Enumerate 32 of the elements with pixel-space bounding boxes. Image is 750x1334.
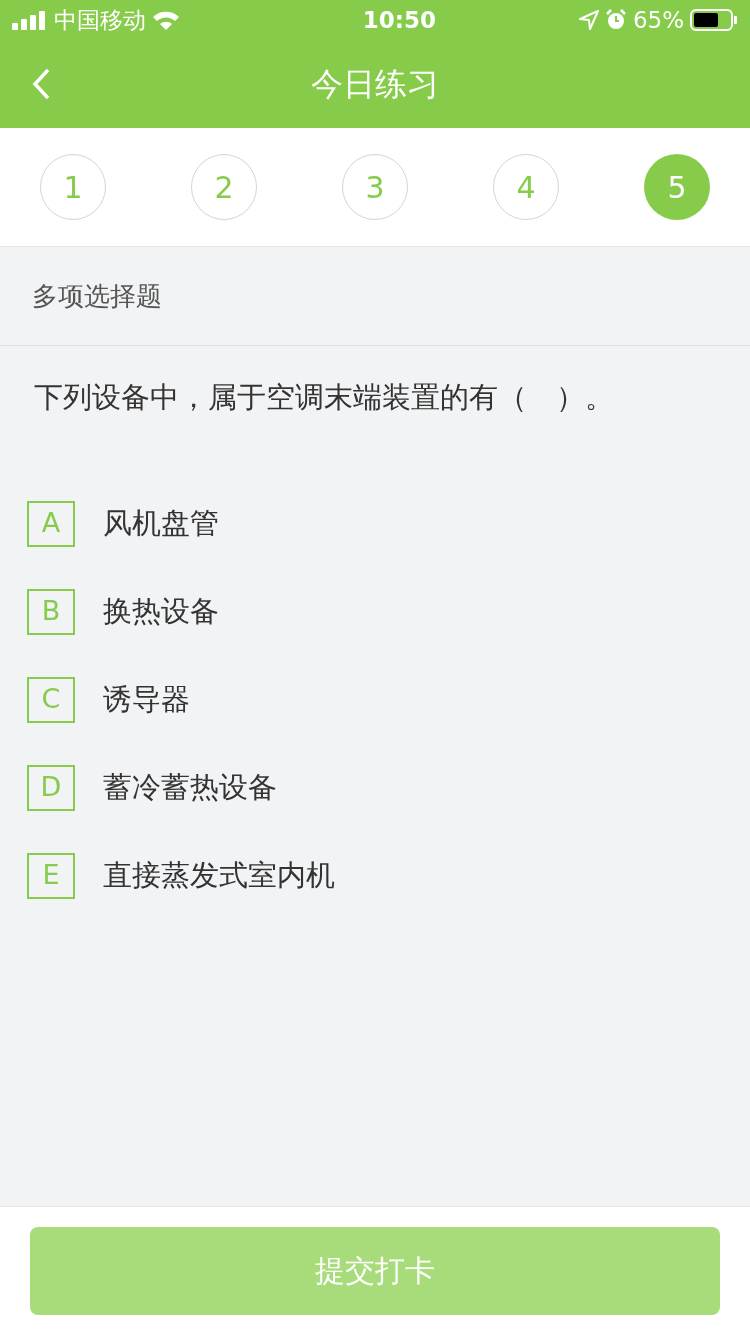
option-letter: C [27,676,75,723]
alarm-clock-icon [604,9,627,31]
option-letter: A [27,500,75,547]
answer-option[interactable]: D 蓄冷蓄热设备 [27,743,723,832]
question-number-tab[interactable]: 1 [40,154,106,220]
answer-option[interactable]: E 直接蒸发式室内机 [27,831,723,920]
question-type-label: 多项选择题 [32,279,162,313]
question-number-tab[interactable]: 3 [342,154,408,220]
answer-option[interactable]: B 换热设备 [27,567,723,656]
question-number-tab[interactable]: 5 [644,154,710,220]
battery-percent: 65% [632,5,684,35]
question-number-tab[interactable]: 4 [493,154,559,220]
wifi-icon [152,9,180,31]
battery-icon [690,9,738,31]
option-text: 直接蒸发式室内机 [103,856,335,894]
option-text: 诱导器 [103,680,190,718]
answer-option[interactable]: C 诱导器 [27,655,723,744]
signal-icon [12,10,48,30]
location-arrow-icon [578,10,599,30]
option-text: 换热设备 [103,592,219,630]
option-letter: E [27,852,75,899]
chevron-left-icon [32,68,50,100]
option-letter: B [27,588,75,635]
option-text: 风机盘管 [103,504,219,542]
question-number-tab[interactable]: 2 [191,154,257,220]
answer-option[interactable]: A 风机盘管 [27,479,723,568]
option-letter: D [27,764,75,811]
option-text: 蓄冷蓄热设备 [103,768,277,806]
status-time: 10:50 [362,5,437,35]
question-text: 下列设备中，属于空调末端装置的有（ ）。 [34,379,615,416]
page-title: 今日练习 [311,64,439,105]
carrier-name: 中国移动 [54,5,146,35]
